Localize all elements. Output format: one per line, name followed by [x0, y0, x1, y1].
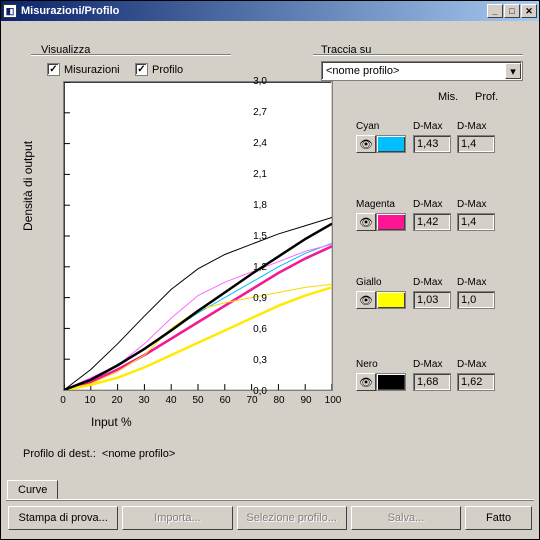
ink-row-cyan: Cyan D-Max D-Max 👁 1,43 1,4 — [356, 121, 526, 155]
y-tick: 0,9 — [241, 293, 267, 304]
misurazioni-checkbox-row[interactable]: Misurazioni — [47, 63, 120, 76]
app-icon: ◧ — [3, 4, 17, 18]
dmax2-value: 1,4 — [457, 213, 495, 231]
eye-icon[interactable]: 👁 — [356, 213, 376, 231]
y-tick: 2,7 — [241, 107, 267, 118]
dmax2-value: 1,62 — [457, 373, 495, 391]
dmax1-value: 1,68 — [413, 373, 451, 391]
tab-divider — [6, 499, 534, 500]
y-tick: 0,3 — [241, 355, 267, 366]
stampa-button[interactable]: Stampa di prova... — [8, 506, 118, 530]
chart-plot — [63, 81, 333, 391]
dmax1-value: 1,03 — [413, 291, 451, 309]
dmax1-label: D-Max — [413, 359, 442, 370]
chart-svg — [64, 82, 332, 390]
misurazioni-checkbox[interactable] — [47, 63, 60, 76]
x-tick: 70 — [242, 395, 262, 406]
tab-curve[interactable]: Curve — [7, 480, 58, 500]
ink-name: Giallo — [356, 277, 382, 288]
y-tick: 1,8 — [241, 200, 267, 211]
x-tick: 40 — [161, 395, 181, 406]
client-area: Visualizza Misurazioni Profilo Traccia s… — [1, 21, 539, 539]
x-tick: 80 — [269, 395, 289, 406]
profilo-label: Profilo — [152, 64, 183, 76]
giallo-swatch[interactable] — [376, 291, 406, 309]
titlebar: ◧ Misurazioni/Profilo _ □ ✕ — [1, 1, 539, 21]
traccia-separator — [313, 54, 523, 56]
window-title: Misurazioni/Profilo — [21, 5, 486, 17]
dmax2-label: D-Max — [457, 359, 486, 370]
dmax2-value: 1,4 — [457, 135, 495, 153]
dmax1-label: D-Max — [413, 199, 442, 210]
dmax2-label: D-Max — [457, 199, 486, 210]
eye-icon[interactable]: 👁 — [356, 373, 376, 391]
dmax1-label: D-Max — [413, 277, 442, 288]
profilo-checkbox-row[interactable]: Profilo — [135, 63, 183, 76]
profile-dropdown[interactable]: <nome profilo> ▾ — [321, 61, 523, 81]
x-tick: 50 — [188, 395, 208, 406]
dest-label: Profilo di dest.: — [23, 448, 96, 460]
y-tick: 1,2 — [241, 262, 267, 273]
x-tick: 20 — [107, 395, 127, 406]
eye-icon[interactable]: 👁 — [356, 291, 376, 309]
misurazioni-label: Misurazioni — [64, 64, 120, 76]
ink-row-giallo: Giallo D-Max D-Max 👁 1,03 1,0 — [356, 277, 526, 311]
y-tick: 2,4 — [241, 138, 267, 149]
magenta-swatch[interactable] — [376, 213, 406, 231]
profile-dropdown-value: <nome profilo> — [326, 65, 399, 77]
x-tick: 60 — [215, 395, 235, 406]
x-tick: 90 — [296, 395, 316, 406]
close-button[interactable]: ✕ — [521, 4, 537, 18]
dmax2-label: D-Max — [457, 277, 486, 288]
eye-icon[interactable]: 👁 — [356, 135, 376, 153]
x-tick: 0 — [53, 395, 73, 406]
ink-name: Magenta — [356, 199, 395, 210]
dmax1-value: 1,42 — [413, 213, 451, 231]
dmax2-value: 1,0 — [457, 291, 495, 309]
dmax1-value: 1,43 — [413, 135, 451, 153]
ink-name: Nero — [356, 359, 378, 370]
chevron-down-icon[interactable]: ▾ — [505, 63, 521, 79]
y-tick: 3,0 — [241, 76, 267, 87]
maximize-button[interactable]: □ — [504, 4, 520, 18]
nero-swatch[interactable] — [376, 373, 406, 391]
cyan-swatch[interactable] — [376, 135, 406, 153]
x-tick: 10 — [80, 395, 100, 406]
ink-row-magenta: Magenta D-Max D-Max 👁 1,42 1,4 — [356, 199, 526, 233]
ink-name: Cyan — [356, 121, 379, 132]
x-tick: 100 — [323, 395, 343, 406]
fatto-button[interactable]: Fatto — [465, 506, 532, 530]
dmax2-label: D-Max — [457, 121, 486, 132]
visualizza-separator — [31, 54, 231, 56]
salva-button[interactable]: Salva... — [351, 506, 461, 530]
prof-header: Prof. — [475, 91, 498, 103]
selezione-button[interactable]: Selezione profilo... — [237, 506, 347, 530]
dmax1-label: D-Max — [413, 121, 442, 132]
button-bar: Stampa di prova... Importa... Selezione … — [6, 504, 534, 534]
profilo-checkbox[interactable] — [135, 63, 148, 76]
minimize-button[interactable]: _ — [487, 4, 503, 18]
y-tick: 2,1 — [241, 169, 267, 180]
x-tick: 30 — [134, 395, 154, 406]
window-controls: _ □ ✕ — [486, 4, 537, 18]
y-axis-label: Densità di output — [21, 141, 35, 231]
window: ◧ Misurazioni/Profilo _ □ ✕ Visualizza M… — [0, 0, 540, 540]
y-tick: 0,6 — [241, 324, 267, 335]
mis-header: Mis. — [438, 91, 458, 103]
x-axis-label: Input % — [91, 415, 132, 429]
dest-value: <nome profilo> — [102, 448, 175, 460]
importa-button[interactable]: Importa... — [122, 506, 232, 530]
ink-row-nero: Nero D-Max D-Max 👁 1,68 1,62 — [356, 359, 526, 393]
y-tick: 1,5 — [241, 231, 267, 242]
dest-profile-line: Profilo di dest.: <nome profilo> — [23, 448, 175, 460]
